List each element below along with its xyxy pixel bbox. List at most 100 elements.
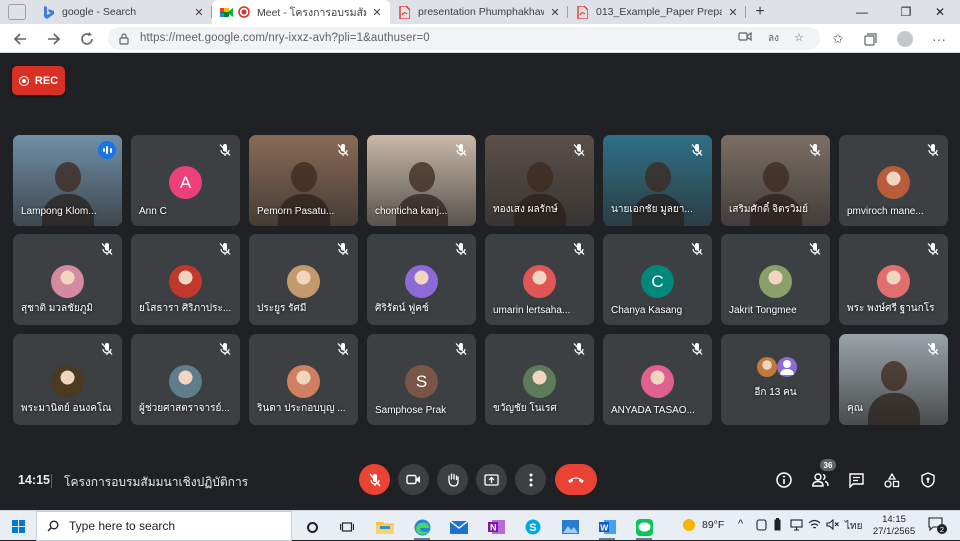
input-language-indicator[interactable]: ไทย bbox=[845, 519, 862, 534]
participant-tile[interactable]: S Samphose Prak bbox=[367, 334, 476, 425]
taskbar-search-box[interactable]: Type here to search bbox=[36, 511, 292, 541]
participant-name: คุณ bbox=[847, 403, 863, 414]
camera-permission-icon[interactable] bbox=[738, 31, 752, 45]
avatar bbox=[757, 357, 777, 377]
host-controls-button[interactable] bbox=[916, 468, 940, 492]
participant-tile[interactable]: เสริมศักดิ์ จิตรวิมย์ bbox=[721, 135, 830, 226]
participant-tile[interactable]: ทองเสง ผลรักษ์ bbox=[485, 135, 594, 226]
raise-hand-button[interactable] bbox=[437, 464, 468, 495]
collections-icon[interactable] bbox=[858, 27, 882, 51]
weather-temperature[interactable]: 89°F bbox=[702, 519, 724, 531]
minimize-button[interactable]: — bbox=[842, 0, 882, 24]
tab-presentation-pdf[interactable]: presentation Phumphakhawat ✕ bbox=[390, 0, 568, 24]
tab-google-search[interactable]: google - Search ✕ bbox=[34, 0, 212, 24]
notification-center-button[interactable]: 2 bbox=[928, 517, 947, 534]
participant-tile[interactable]: นายเอกชัย มูลยา... bbox=[603, 135, 712, 226]
mic-off-icon bbox=[454, 242, 468, 256]
participant-tile[interactable]: Pemorn Pasatu... bbox=[249, 135, 358, 226]
address-bar[interactable]: https://meet.google.com/nry-ixxz-avh?pli… bbox=[108, 27, 820, 50]
participant-tile[interactable]: คุณ bbox=[839, 334, 948, 425]
participant-tile[interactable]: ผู้ช่วยศาสตราจารย์... bbox=[131, 334, 240, 425]
meeting-details-button[interactable] bbox=[772, 468, 796, 492]
tab-search-button[interactable] bbox=[8, 4, 26, 20]
weather-sun-icon[interactable] bbox=[683, 519, 695, 531]
url-text[interactable]: https://meet.google.com/nry-ixxz-avh?pli… bbox=[140, 32, 430, 44]
file-explorer-icon[interactable] bbox=[368, 514, 402, 540]
participant-name: เสริมศักดิ์ จิตรวิมย์ bbox=[729, 204, 808, 215]
participant-tile[interactable]: อีก 13 คน bbox=[721, 334, 830, 425]
refresh-button[interactable] bbox=[75, 27, 99, 51]
close-tab-icon[interactable]: ✕ bbox=[370, 6, 384, 19]
participant-tile[interactable]: ศิริรัตน์ ฟูคช์ bbox=[367, 234, 476, 325]
participant-name: อีก 13 คน bbox=[754, 387, 797, 398]
participant-tile[interactable]: C Chanya Kasang bbox=[603, 234, 712, 325]
chevron-up-icon[interactable]: ^ bbox=[738, 518, 743, 530]
more-menu-icon[interactable]: ··· bbox=[927, 27, 951, 51]
favorites-icon[interactable]: ✩ bbox=[826, 27, 850, 51]
mic-off-icon bbox=[926, 143, 940, 157]
battery-icon[interactable] bbox=[774, 518, 781, 534]
participant-tile[interactable]: พระมานิตย์ อนงคโณ bbox=[13, 334, 122, 425]
microphone-toggle-button[interactable] bbox=[359, 464, 390, 495]
participant-name: Jakrit Tongmee bbox=[729, 305, 797, 316]
avatar bbox=[523, 265, 556, 298]
pdf-icon bbox=[576, 5, 589, 19]
participant-tile[interactable]: สุชาติ มวลชัยภูมิ bbox=[13, 234, 122, 325]
cortana-icon[interactable] bbox=[295, 514, 329, 540]
recording-badge[interactable]: REC bbox=[12, 66, 65, 95]
pdf-icon bbox=[398, 5, 411, 19]
tab-meet[interactable]: Meet - โครงการอบรมสัมมนาเชิงปฏิบัติการ ✕ bbox=[212, 0, 390, 24]
people-button[interactable] bbox=[808, 468, 832, 492]
participant-tile[interactable]: Lampong Klom... bbox=[13, 135, 122, 226]
tab-title: presentation Phumphakhawat bbox=[418, 6, 544, 18]
arrow-right-icon bbox=[48, 33, 61, 45]
new-tab-button[interactable]: + bbox=[746, 0, 774, 24]
participant-tile[interactable]: pmviroch mane... bbox=[839, 135, 948, 226]
mic-off-icon bbox=[572, 342, 586, 356]
word-icon[interactable]: W bbox=[590, 514, 624, 540]
mic-off-icon bbox=[100, 342, 114, 356]
participant-tile[interactable]: chonticha kanj... bbox=[367, 135, 476, 226]
participant-tile[interactable]: ขวัญชัย โนเรศ bbox=[485, 334, 594, 425]
camera-toggle-button[interactable] bbox=[398, 464, 429, 495]
translate-icon[interactable]: ลง bbox=[768, 31, 779, 46]
participant-tile[interactable]: ประยูร รัศมี bbox=[249, 234, 358, 325]
tray-app-icon[interactable] bbox=[756, 519, 767, 534]
close-window-button[interactable]: ✕ bbox=[920, 0, 960, 24]
participant-tile[interactable]: umarin lertsaha... bbox=[485, 234, 594, 325]
tab-title: Meet - โครงการอบรมสัมมนาเชิงปฏิบัติการ bbox=[257, 6, 366, 19]
present-now-button[interactable] bbox=[476, 464, 507, 495]
lock-icon[interactable] bbox=[119, 32, 129, 50]
leave-call-button[interactable] bbox=[555, 464, 597, 495]
activities-button[interactable] bbox=[880, 468, 904, 492]
photos-icon[interactable] bbox=[553, 514, 587, 540]
more-options-button[interactable] bbox=[515, 464, 546, 495]
chat-button[interactable] bbox=[844, 468, 868, 492]
forward-button[interactable] bbox=[42, 27, 66, 51]
close-tab-icon[interactable]: ✕ bbox=[192, 6, 206, 19]
back-button[interactable] bbox=[8, 27, 32, 51]
close-tab-icon[interactable]: ✕ bbox=[548, 6, 562, 19]
network-icon[interactable] bbox=[790, 519, 803, 534]
wifi-icon[interactable] bbox=[808, 519, 821, 533]
close-tab-icon[interactable]: ✕ bbox=[726, 6, 740, 19]
taskbar-clock[interactable]: 14:15 27/1/2565 bbox=[866, 514, 922, 538]
edge-browser-icon[interactable] bbox=[405, 514, 439, 540]
line-app-icon[interactable] bbox=[627, 514, 661, 540]
volume-muted-icon[interactable] bbox=[826, 518, 839, 533]
mail-icon[interactable] bbox=[442, 514, 476, 540]
tab-example-paper-pdf[interactable]: 013_Example_Paper Preparation ✕ bbox=[568, 0, 746, 24]
participant-tile[interactable]: ANYADA TASAO... bbox=[603, 334, 712, 425]
participant-tile[interactable]: ยโสธารา ศิริภาประ... bbox=[131, 234, 240, 325]
profile-avatar-icon[interactable] bbox=[893, 27, 917, 51]
participant-tile[interactable]: พระ พงษ์ศรี ฐานกโร bbox=[839, 234, 948, 325]
participant-tile[interactable]: A Ann C bbox=[131, 135, 240, 226]
add-favorite-icon[interactable]: ☆ bbox=[794, 31, 804, 44]
onenote-icon[interactable]: N bbox=[479, 514, 513, 540]
participant-tile[interactable]: Jakrit Tongmee bbox=[721, 234, 830, 325]
participant-tile[interactable]: รินดา ประกอบบุญ ... bbox=[249, 334, 358, 425]
task-view-icon[interactable] bbox=[330, 514, 364, 540]
start-button[interactable] bbox=[0, 511, 36, 541]
mic-off-icon bbox=[336, 143, 350, 157]
skype-icon[interactable]: S bbox=[516, 514, 550, 540]
